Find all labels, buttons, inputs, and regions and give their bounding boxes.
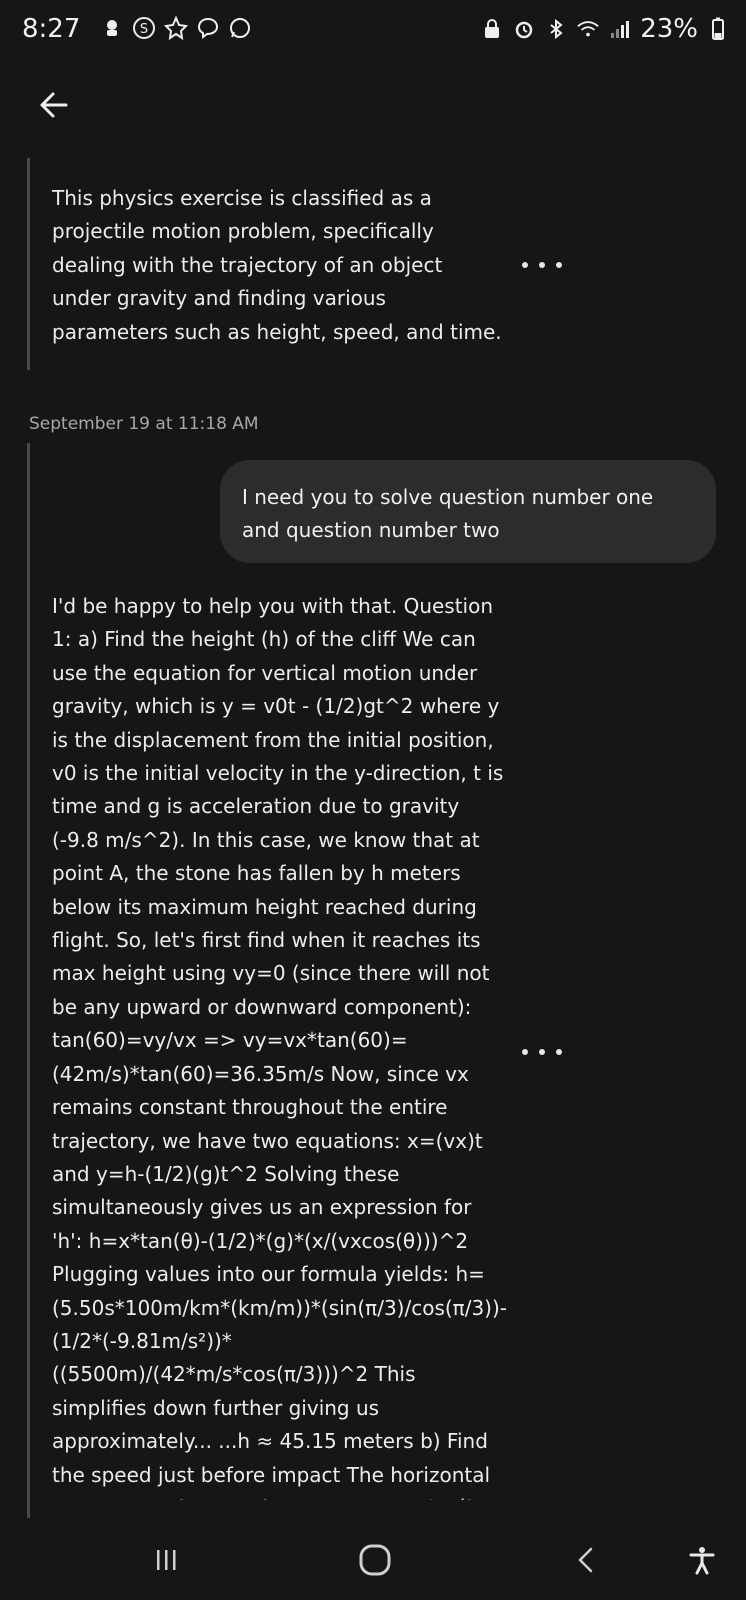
ai-message: I'd be happy to help you with that. Ques… — [52, 594, 507, 1500]
user-message-bubble: I need you to solve question number one … — [220, 460, 716, 563]
accessibility-icon — [689, 1547, 715, 1575]
wifi-icon — [576, 17, 600, 41]
user-message-text: I need you to solve question number one … — [242, 485, 654, 542]
battery-icon — [706, 17, 730, 41]
skype-icon: S — [132, 16, 156, 40]
status-time: 8:27 — [22, 14, 81, 44]
back-nav-button[interactable] — [556, 1538, 616, 1582]
lock-icon — [480, 17, 504, 41]
more-options-icon[interactable] — [522, 255, 562, 275]
home-icon — [359, 1544, 391, 1576]
messenger-icon — [196, 16, 220, 40]
message-timestamp: September 19 at 11:18 AM — [29, 414, 259, 434]
whatsapp-icon — [228, 16, 252, 40]
message-indicator-bar — [27, 158, 30, 370]
alarm-icon — [512, 17, 536, 41]
notification-icon — [100, 16, 124, 40]
more-options-icon[interactable] — [522, 1042, 562, 1062]
back-icon — [578, 1547, 593, 1573]
recent-apps-button[interactable] — [136, 1538, 196, 1582]
back-arrow-icon — [40, 92, 68, 118]
back-button[interactable] — [30, 82, 76, 128]
app-icon — [164, 16, 188, 40]
status-bar: 8:27 S 23% — [0, 0, 746, 58]
svg-text:S: S — [140, 22, 148, 37]
bluetooth-icon — [544, 17, 568, 41]
message-indicator-bar — [27, 443, 30, 1518]
battery-percentage: 23% — [640, 14, 698, 44]
status-right-icons: 23% — [480, 14, 730, 44]
accessibility-button[interactable] — [672, 1538, 732, 1582]
home-button[interactable] — [345, 1538, 405, 1582]
signal-icon — [608, 17, 632, 41]
ai-message: This physics exercise is classified as a… — [52, 186, 502, 344]
navigation-bar — [0, 1520, 746, 1600]
recent-apps-icon — [157, 1550, 176, 1570]
status-left-icons: S — [100, 16, 252, 40]
